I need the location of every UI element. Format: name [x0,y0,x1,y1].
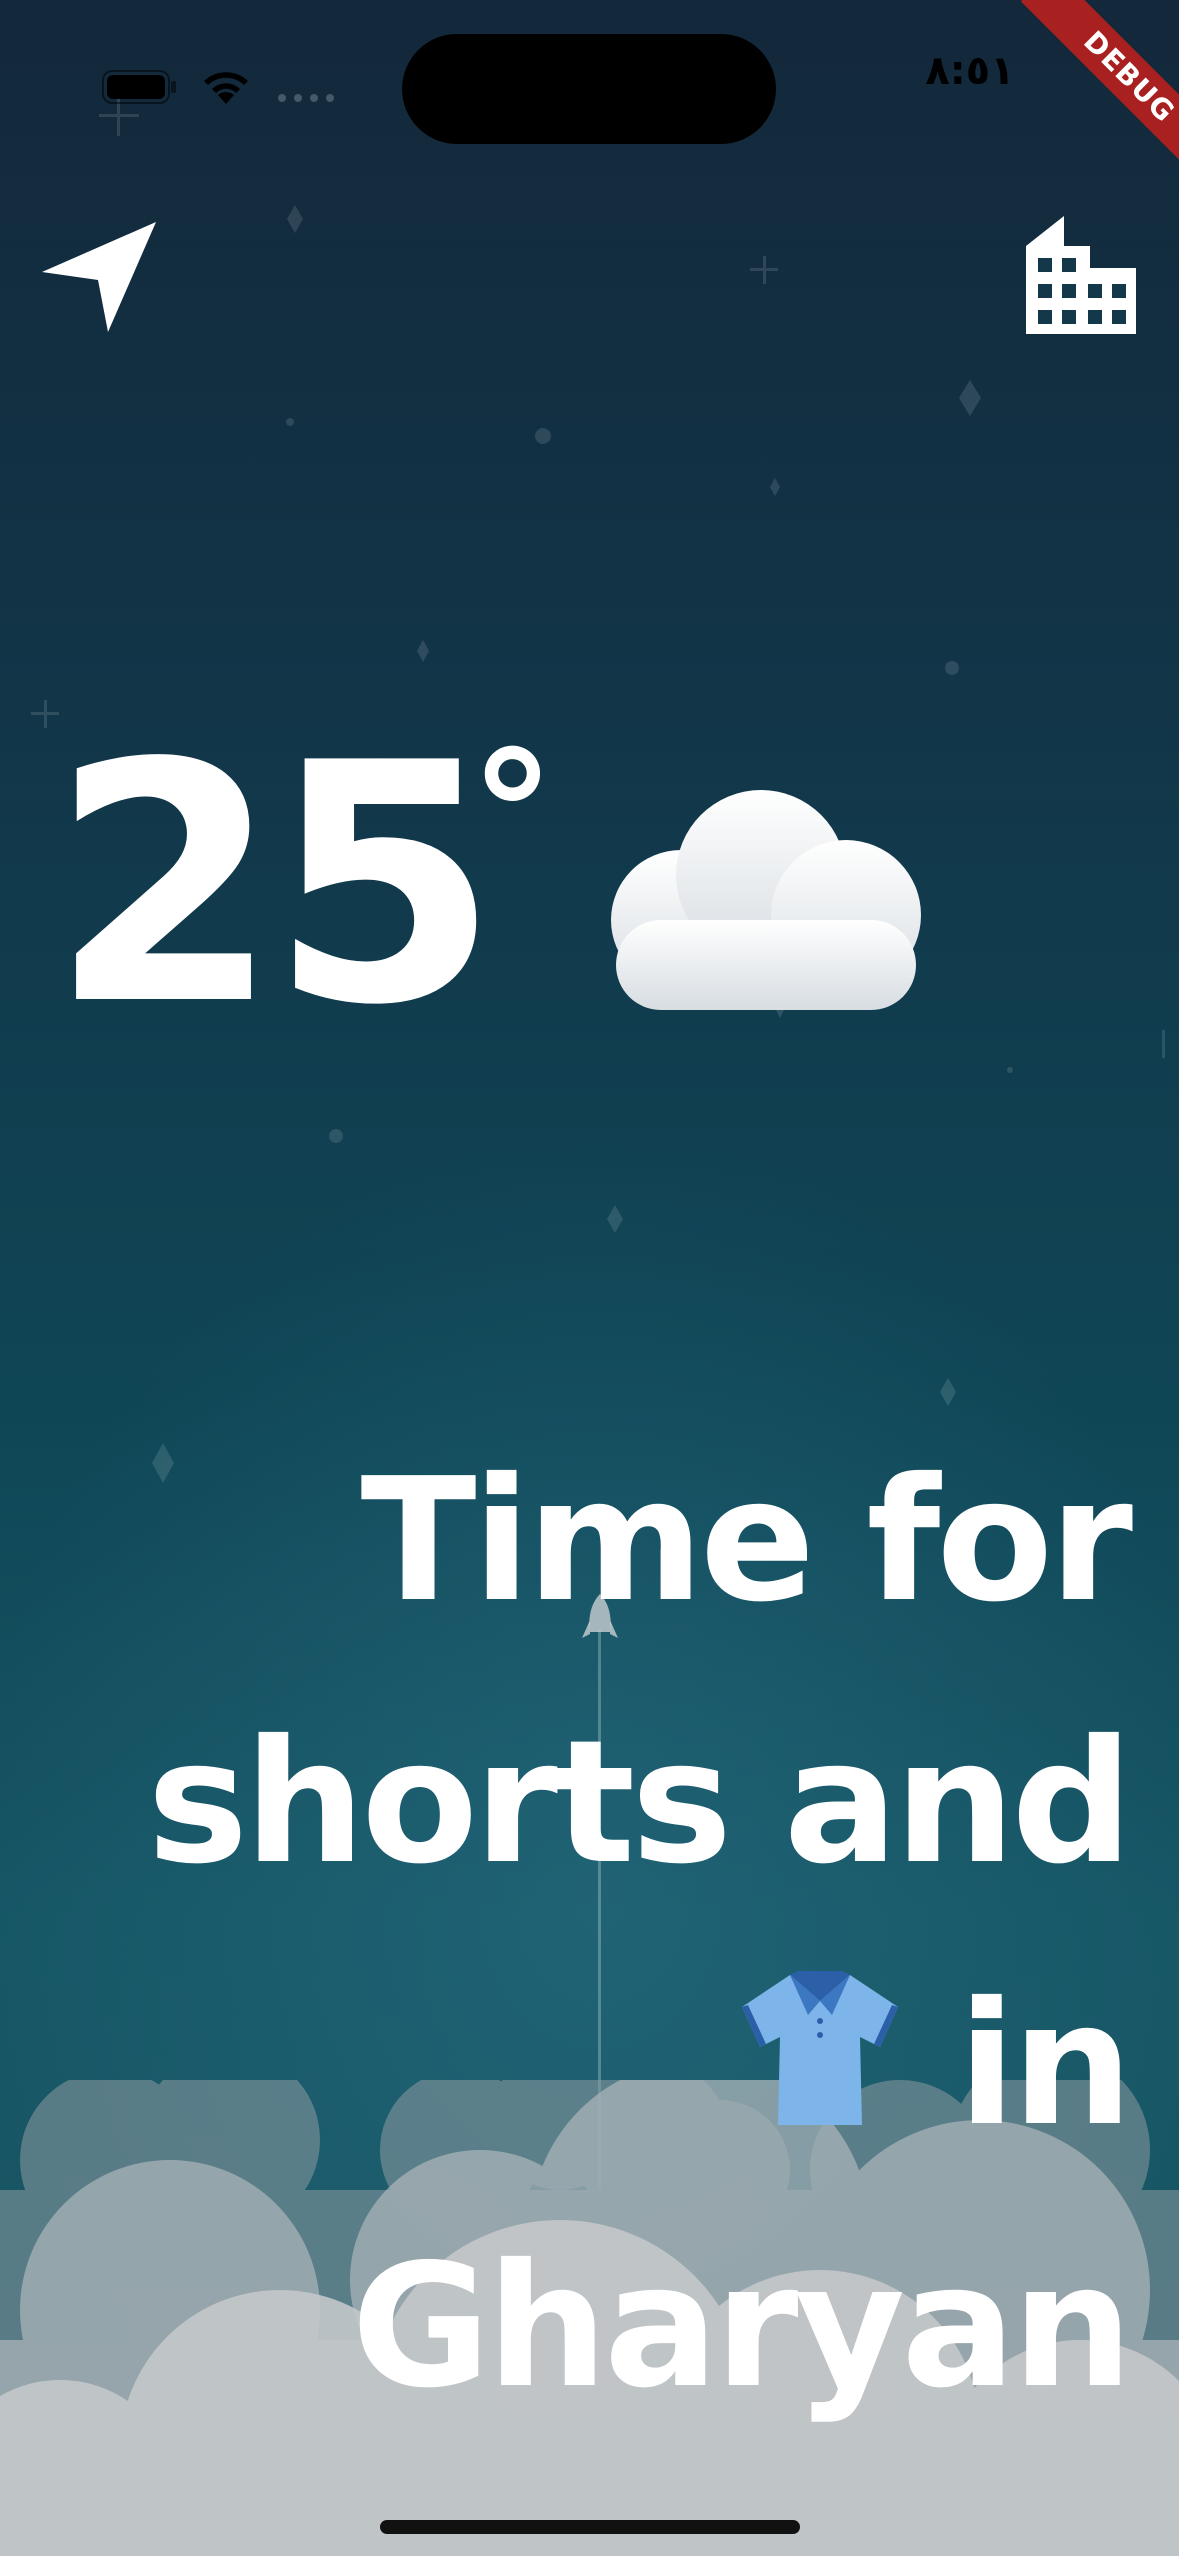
weather-screen: ٨:٥١ DEBUG 25 ° Time for shorts and in G… [0,0,1179,2556]
headline-line-3: in [49,1934,1133,2196]
headline-line-3-text: in [957,1966,1133,2164]
temperature-display: 25 ° [50,720,1050,1050]
debug-banner-label: DEBUG [1020,0,1179,186]
city-building-icon [1026,216,1136,334]
signal-dots-icon [278,94,334,102]
clothing-recommendation: Time for shorts and in Gharyan [49,1410,1133,2458]
dynamic-island [402,34,776,144]
degree-symbol: ° [470,716,555,914]
city-name: Gharyan [351,2228,1133,2426]
debug-banner: DEBUG [979,0,1179,200]
home-indicator[interactable] [380,2520,800,2534]
headline-line-2: shorts and [147,1704,1133,1902]
city-search-button[interactable] [1012,210,1142,340]
cloud-icon [611,790,921,1010]
battery-icon [102,70,176,104]
polo-shirt-icon [730,1957,910,2137]
current-location-button[interactable] [36,210,166,340]
temperature-value: 25 [50,693,499,1077]
wifi-icon [204,72,248,104]
location-arrow-icon [42,222,156,332]
headline-line-1: Time for [360,1442,1133,1640]
